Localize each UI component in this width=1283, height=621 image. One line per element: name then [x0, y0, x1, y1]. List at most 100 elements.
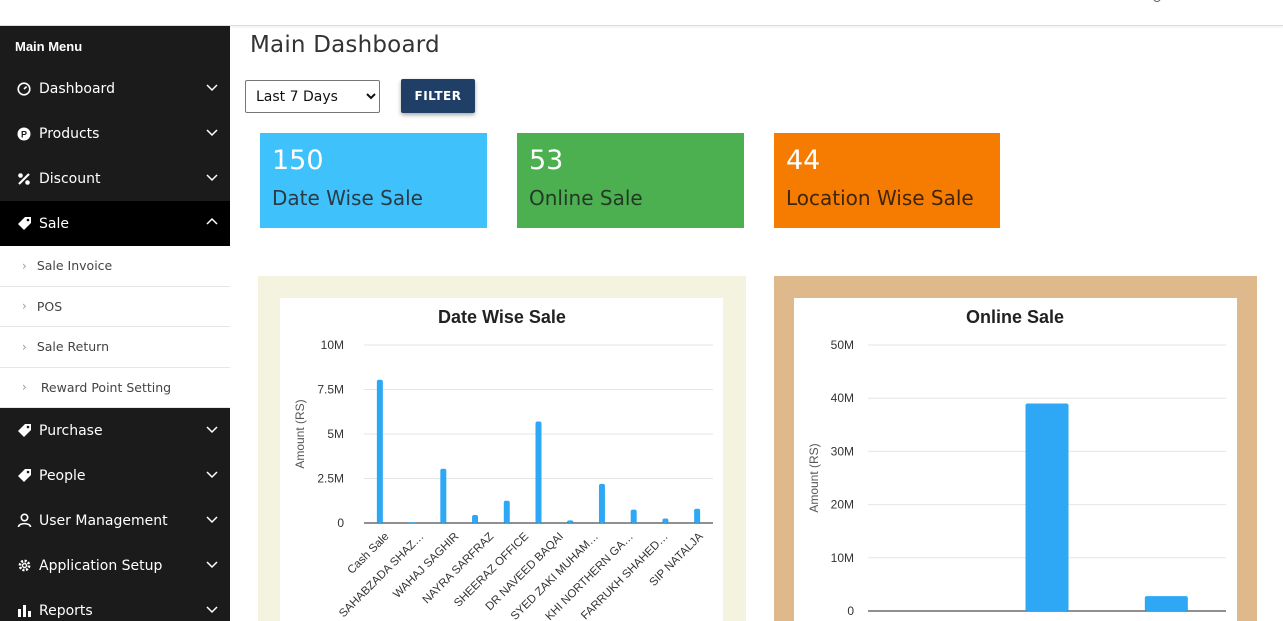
chart-bar — [598, 483, 605, 523]
header-icon-partial[interactable] — [1153, 0, 1161, 2]
sidebar-item-discount[interactable]: Discount — [0, 156, 230, 201]
chevron-down-icon — [206, 426, 218, 434]
stat-card-date-wise-sale[interactable]: 150 Date Wise Sale — [260, 133, 487, 228]
chart-bar — [694, 508, 701, 523]
svg-text:P: P — [21, 129, 27, 139]
tag-icon — [15, 422, 33, 440]
sidebar-item-label: Purchase — [39, 422, 103, 439]
stat-label: Date Wise Sale — [272, 186, 423, 210]
chevron-down-icon — [206, 516, 218, 524]
chevron-right-icon: › — [22, 258, 27, 273]
y-tick-label: 10M — [321, 338, 344, 352]
chart-bar — [408, 522, 415, 523]
y-tick-label: 30M — [831, 444, 854, 458]
stat-label: Location Wise Sale — [786, 186, 974, 210]
top-header-bar — [0, 0, 1283, 26]
sidebar: Main Menu Dashboard P Products Discount … — [0, 26, 230, 621]
sidebar-item-label: Products — [39, 125, 100, 142]
submenu-label: Sale Invoice — [36, 258, 113, 274]
sidebar-item-reports[interactable]: Reports — [0, 588, 230, 621]
date-wise-sale-chart: Date Wise Sale02.5M5M7.5M10MAmount (RS)C… — [293, 307, 713, 621]
sidebar-item-application-setup[interactable]: Application Setup — [0, 543, 230, 588]
y-tick-label: 40M — [831, 391, 854, 405]
tag-icon — [15, 215, 33, 233]
submenu-item-reward-point-setting[interactable]: › Reward Point Setting — [0, 368, 230, 408]
chart-bar — [1025, 403, 1069, 611]
y-tick-label: 7.5M — [317, 383, 344, 397]
sidebar-item-label: Application Setup — [39, 557, 163, 574]
chevron-down-icon — [206, 129, 218, 137]
y-tick-label: 0 — [847, 604, 854, 618]
submenu-label: POS — [36, 298, 63, 314]
y-tick-label: 20M — [831, 498, 854, 512]
chart-title: Online Sale — [966, 307, 1064, 327]
stat-card-online-sale[interactable]: 53 Online Sale — [517, 133, 744, 228]
chevron-down-icon — [206, 561, 218, 569]
sidebar-item-label: User Management — [39, 512, 168, 529]
sidebar-item-label: Dashboard — [39, 80, 115, 97]
date-wise-sale-chart-area: Date Wise Sale 0 2.5M 5M 7.5M 10M Amount (RS) C… — [280, 298, 723, 621]
sidebar-heading: Main Menu — [15, 39, 83, 54]
submenu-item-sale-return[interactable]: › Sale Return — [0, 327, 230, 368]
page-title: Main Dashboard — [250, 32, 440, 58]
x-tick-label: WAHAJ SAGHIR — [391, 531, 461, 601]
y-tick-label: 5M — [327, 427, 344, 441]
stat-card-location-wise-sale[interactable]: 44 Location Wise Sale — [774, 133, 1000, 228]
sidebar-item-user-management[interactable]: User Management — [0, 498, 230, 543]
chevron-down-icon — [206, 174, 218, 182]
tag-icon — [15, 467, 33, 485]
sidebar-item-purchase[interactable]: Purchase — [0, 408, 230, 453]
y-axis-label: Amount (RS) — [807, 443, 821, 512]
gear-icon — [15, 557, 33, 575]
chart-bar — [535, 421, 542, 523]
stat-label: Online Sale — [529, 186, 643, 210]
sidebar-item-label: Sale — [39, 215, 69, 232]
chart-bar — [440, 468, 447, 523]
chart-bar — [1144, 596, 1188, 611]
percent-icon — [15, 170, 33, 188]
gauge-icon — [15, 80, 33, 98]
y-axis-label: Amount (RS) — [293, 399, 307, 468]
y-tick-label: 50M — [831, 338, 854, 352]
y-tick-label: 2.5M — [317, 472, 344, 486]
y-tick-label: 0 — [337, 516, 344, 530]
stat-value: 44 — [786, 145, 821, 176]
chart-bar — [567, 520, 574, 523]
stat-value: 53 — [529, 145, 564, 176]
chart-bar — [503, 500, 510, 523]
chevron-right-icon: › — [22, 339, 27, 354]
online-sale-card: Online Sale 0 10M 20M 30M 40M 50M Amount (RS) — [774, 276, 1257, 621]
date-wise-sale-card: Date Wise Sale 0 2.5M 5M 7.5M 10M Amount (RS) C… — [258, 276, 746, 621]
y-tick-label: 10M — [831, 551, 854, 565]
submenu-item-pos[interactable]: › POS — [0, 287, 230, 327]
product-badge-icon: P — [15, 125, 33, 143]
chart-bar — [662, 518, 669, 523]
chart-bar — [630, 509, 637, 523]
sale-submenu: › Sale Invoice › POS › Sale Return › Reward … — [0, 246, 230, 408]
sidebar-item-products[interactable]: P Products — [0, 111, 230, 156]
chart-bar — [376, 379, 383, 523]
sidebar-item-people[interactable]: People — [0, 453, 230, 498]
sidebar-item-dashboard[interactable]: Dashboard — [0, 66, 230, 111]
filter-button[interactable]: FILTER — [401, 79, 475, 113]
chevron-right-icon: › — [22, 299, 27, 314]
online-sale-chart: Online Sale 0 10M 20M 30M 40M 50M Amount (RS) — [807, 307, 1226, 618]
sidebar-item-label: Discount — [39, 170, 101, 187]
sidebar-item-sale[interactable]: Sale — [0, 201, 230, 246]
bar-chart-icon — [15, 602, 33, 620]
submenu-item-sale-invoice[interactable]: › Sale Invoice — [0, 246, 230, 287]
chart-title: Date Wise Sale — [438, 307, 566, 327]
stat-value: 150 — [272, 145, 324, 176]
submenu-label: Sale Return — [36, 339, 110, 355]
sidebar-item-label: People — [39, 467, 86, 484]
chevron-down-icon — [206, 84, 218, 92]
period-select[interactable]: Last 7 Days — [245, 80, 380, 113]
chevron-right-icon: › — [22, 380, 27, 395]
sidebar-item-label: Reports — [39, 602, 93, 619]
chart-bar — [472, 514, 479, 523]
main-content: Main Dashboard Last 7 Days FILTER 150 Da… — [230, 26, 1283, 621]
user-icon — [15, 512, 33, 530]
chevron-down-icon — [206, 471, 218, 479]
online-sale-chart-area: Online Sale 0 10M 20M 30M 40M 50M Amount (RS) — [794, 298, 1237, 621]
chevron-up-icon — [206, 217, 218, 225]
